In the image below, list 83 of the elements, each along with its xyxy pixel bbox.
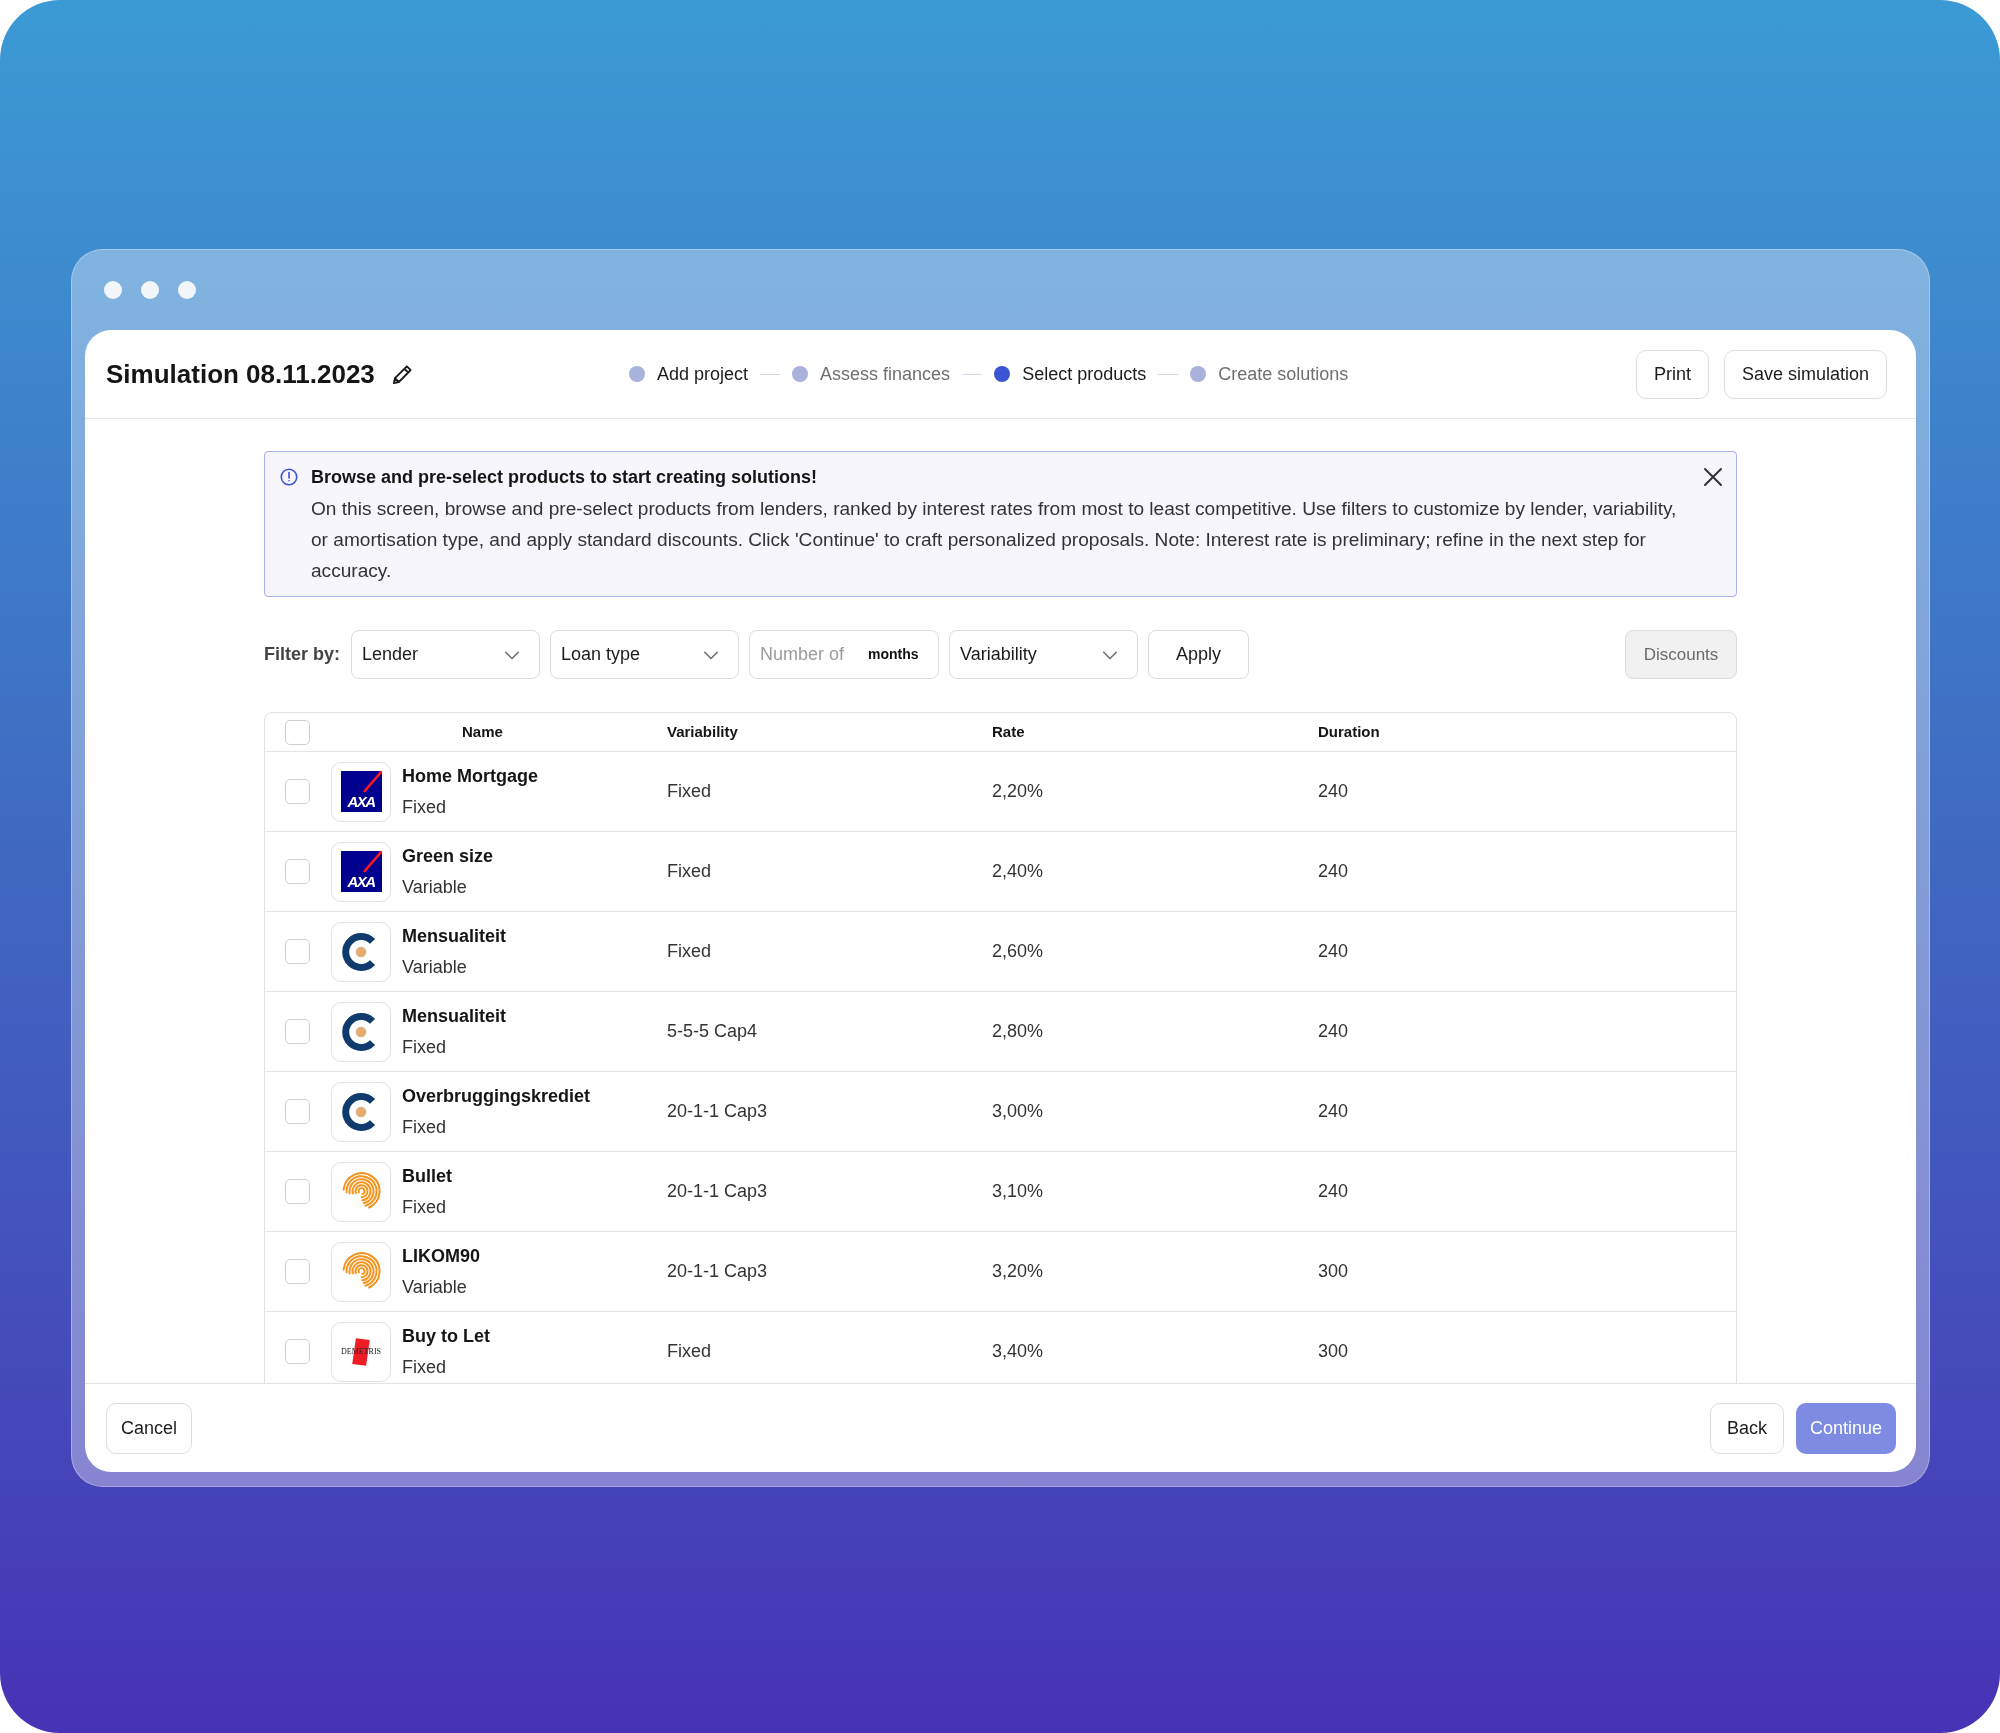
table-cell: Fixed [667, 941, 711, 961]
checkbox[interactable] [285, 1019, 310, 1044]
product-name: Mensualiteit [402, 1004, 507, 1028]
product-name: LIKOM90 [402, 1244, 480, 1268]
checkbox[interactable] [285, 1259, 310, 1284]
checkbox[interactable] [285, 859, 310, 884]
table-cell: 300 [1318, 1261, 1349, 1281]
banner-title: Browse and pre-select products to start creating solutions! [311, 466, 819, 489]
product-name: Green size [402, 844, 494, 868]
table-cell: 3,40% [992, 1341, 1044, 1361]
arc-dot-logo-icon [331, 1081, 391, 1142]
dropdown[interactable]: Loan type [550, 630, 739, 679]
column-header: Name [462, 723, 503, 740]
apply-button[interactable]: Apply [1148, 630, 1249, 679]
product-name: Mensualiteit [402, 924, 507, 948]
table-cell: 2,80% [992, 1021, 1044, 1041]
window-control-icon[interactable] [178, 281, 196, 299]
product-type: Variable [402, 1275, 468, 1299]
info-icon [280, 468, 298, 486]
back-button[interactable]: Back [1709, 1402, 1784, 1454]
product-type: Fixed [402, 795, 447, 819]
table-cell: 240 [1318, 781, 1349, 801]
table-cell: 20-1-1 Cap3 [667, 1261, 768, 1281]
table-cell: 3,10% [992, 1181, 1044, 1201]
product-name: Buy to Let [402, 1324, 490, 1348]
column-header: Rate [992, 723, 1025, 740]
table-cell: 240 [1318, 1101, 1349, 1121]
product-type: Variable [402, 955, 468, 979]
table-cell: 2,60% [992, 941, 1044, 961]
product-type: Fixed [402, 1035, 447, 1059]
table-cell: 3,00% [992, 1101, 1044, 1121]
window-title: Simulation 08.11.2023 [106, 357, 375, 391]
table-cell: 2,40% [992, 861, 1044, 881]
filter-label: Filter by: [264, 643, 340, 666]
dropdown[interactable]: Lender [351, 630, 540, 679]
product-type: Fixed [402, 1115, 447, 1139]
checkbox[interactable] [285, 1339, 310, 1364]
table-cell: 20-1-1 Cap3 [667, 1101, 768, 1121]
table-cell: 2,20% [992, 781, 1044, 801]
product-type: Fixed [402, 1195, 447, 1219]
table-cell: 240 [1318, 1181, 1349, 1201]
checkbox[interactable] [285, 779, 310, 804]
table-cell: Fixed [667, 781, 711, 801]
checkbox[interactable] [285, 1099, 310, 1124]
fingerprint-icon [331, 1241, 391, 1302]
arc-dot-logo-icon [331, 921, 391, 982]
table-cell: 240 [1318, 941, 1349, 961]
column-header: Variability [667, 723, 738, 740]
checkbox[interactable] [285, 939, 310, 964]
step-label[interactable]: Select products [1022, 360, 1147, 388]
table-cell: 20-1-1 Cap3 [667, 1181, 768, 1201]
unit-label: months [868, 645, 919, 663]
window-control-icon[interactable] [104, 281, 122, 299]
step-label[interactable]: Add project [657, 360, 749, 388]
cancel-button[interactable]: Cancel [106, 1402, 193, 1454]
column-header: Duration [1318, 723, 1380, 740]
window-control-icon[interactable] [141, 281, 159, 299]
product-name: Home Mortgage [402, 764, 538, 788]
pencil-icon[interactable] [390, 362, 414, 386]
checkbox[interactable] [285, 1179, 310, 1204]
banner-text: On this screen, browse and pre-select products from lenders, ranked by interest rates from most to least competitive. Use filters to customize by lender, variability, or amortisation type, and apply standard discounts. Click 'Continue' to craft personalized proposals. Note: Interest rate is preliminary; refine in the next step for accuracy. [311, 497, 1678, 583]
print-button[interactable]: Print [1635, 349, 1709, 399]
product-name: Overbruggingskrediet [402, 1084, 591, 1108]
table-cell: 240 [1318, 1021, 1349, 1041]
step-label[interactable]: Assess finances [820, 360, 951, 388]
product-type: Variable [402, 875, 468, 899]
table-cell: 5-5-5 Cap4 [667, 1021, 758, 1041]
checkbox[interactable] [285, 719, 310, 745]
table-cell: Fixed [667, 1341, 711, 1361]
table-cell: 300 [1318, 1341, 1349, 1361]
fingerprint-icon [331, 1161, 391, 1222]
close-icon[interactable] [1703, 467, 1723, 487]
product-name: Bullet [402, 1164, 452, 1188]
arc-dot-logo-icon [331, 1001, 391, 1062]
product-type: Fixed [402, 1355, 447, 1379]
table-cell: Fixed [667, 861, 711, 881]
lender-logo: AXA [331, 841, 391, 902]
save-simulation-button[interactable]: Save simulation [1723, 349, 1887, 399]
table-cell: 240 [1318, 861, 1349, 881]
lender-logo: AXA [331, 761, 391, 822]
step-label[interactable]: Create solutions [1218, 360, 1349, 388]
table-cell: 3,20% [992, 1261, 1044, 1281]
dropdown[interactable]: Variability [949, 630, 1138, 679]
